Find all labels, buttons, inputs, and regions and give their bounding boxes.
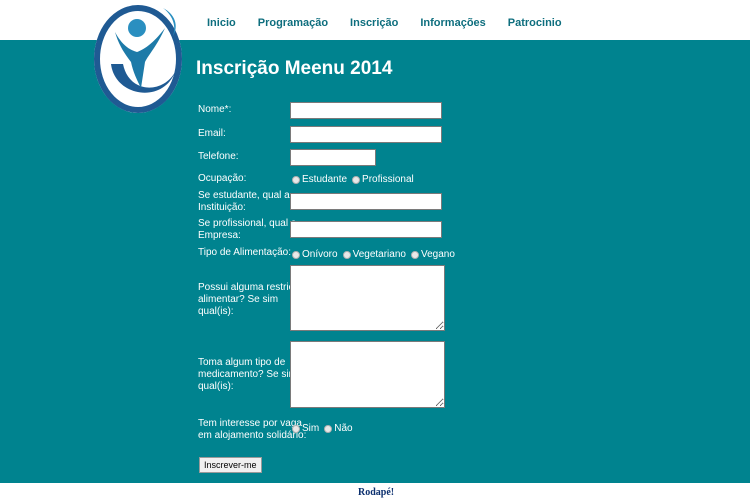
alimentacao-onivoro-radio[interactable] [292, 250, 300, 259]
alimentacao-vegano-label: Vegano [420, 249, 455, 260]
telefone-label: Telefone: [198, 151, 239, 162]
ocupacao-label: Ocupação: [198, 173, 247, 184]
person-swoosh-logo-icon[interactable] [93, 2, 185, 114]
alimentacao-vegetariano-radio[interactable] [342, 250, 351, 259]
alojamento-nao-radio[interactable] [324, 424, 333, 433]
restricao-label-line-1: Possui alguma restrição [198, 282, 305, 293]
email-field[interactable] [290, 126, 442, 143]
empresa-label-line-2: Empresa: [198, 230, 241, 241]
nav-item-informacoes[interactable]: Informações [420, 17, 485, 29]
main-nav: Inicio Programação Inscrição Informações… [207, 17, 584, 29]
instituicao-label-line-2: Instituição: [198, 202, 246, 213]
alojamento-sim-label: Sim [302, 423, 320, 434]
alojamento-label-line-1: Tem interesse por vaga [198, 418, 302, 429]
instituicao-label-line-1: Se estudante, qual a [198, 190, 290, 201]
alojamento-label: Tem interesse por vaga em alojamento sol… [198, 418, 306, 442]
ocupacao-radio-group: Estudante Profissional [292, 174, 419, 185]
ocupacao-estudante-label: Estudante [302, 174, 348, 185]
empresa-label: Se profissional, qual a Empresa: [198, 218, 296, 242]
ocupacao-profissional-label: Profissional [362, 174, 414, 185]
alimentacao-radio-group: Onívoro Vegetariano Vegano [292, 249, 460, 260]
empresa-label-line-1: Se profissional, qual a [198, 218, 297, 229]
nav-item-inicio[interactable]: Inicio [207, 17, 236, 29]
alimentacao-label: Tipo de Alimentação: [198, 247, 292, 258]
nome-field[interactable] [290, 102, 442, 119]
ocupacao-profissional-radio[interactable] [352, 175, 361, 184]
footer-text: Rodapé! [358, 487, 395, 498]
instituicao-label: Se estudante, qual a Instituição: [198, 190, 290, 214]
page-title: Inscrição Meenu 2014 [196, 58, 393, 79]
nav-item-patrocinio[interactable]: Patrocinio [508, 17, 562, 29]
alimentacao-vegetariano-label: Vegetariano [352, 249, 406, 260]
alojamento-radio-group: Sim Não [292, 423, 358, 434]
medicamento-textarea[interactable] [290, 341, 445, 408]
empresa-field[interactable] [290, 221, 442, 238]
restricao-textarea[interactable] [290, 265, 445, 331]
nav-item-inscricao[interactable]: Inscrição [350, 17, 398, 29]
instituicao-field[interactable] [290, 193, 442, 210]
nome-label: Nome*: [198, 104, 232, 115]
restricao-label-line-2: alimentar? Se sim [198, 294, 279, 305]
alojamento-label-line-2: em alojamento solidário: [198, 430, 307, 441]
medicamento-label-line-1: Toma algum tipo de [198, 357, 286, 368]
alojamento-sim-radio[interactable] [292, 424, 300, 433]
inscrever-button[interactable]: Inscrever-me [199, 457, 262, 473]
email-label: Email: [198, 128, 226, 139]
restricao-label-line-3: qual(is): [198, 306, 234, 317]
alimentacao-vegano-radio[interactable] [410, 250, 419, 259]
restricao-label: Possui alguma restrição alimentar? Se si… [198, 282, 305, 318]
nav-item-programacao[interactable]: Programação [258, 17, 328, 29]
medicamento-label: Toma algum tipo de medicamento? Se sim q… [198, 357, 297, 393]
alojamento-nao-label: Não [334, 423, 353, 434]
ocupacao-estudante-radio[interactable] [292, 175, 300, 184]
alimentacao-onivoro-label: Onívoro [302, 249, 338, 260]
medicamento-label-line-2: medicamento? Se sim [198, 369, 297, 380]
medicamento-label-line-3: qual(is): [198, 381, 234, 392]
telefone-field[interactable] [290, 149, 376, 166]
